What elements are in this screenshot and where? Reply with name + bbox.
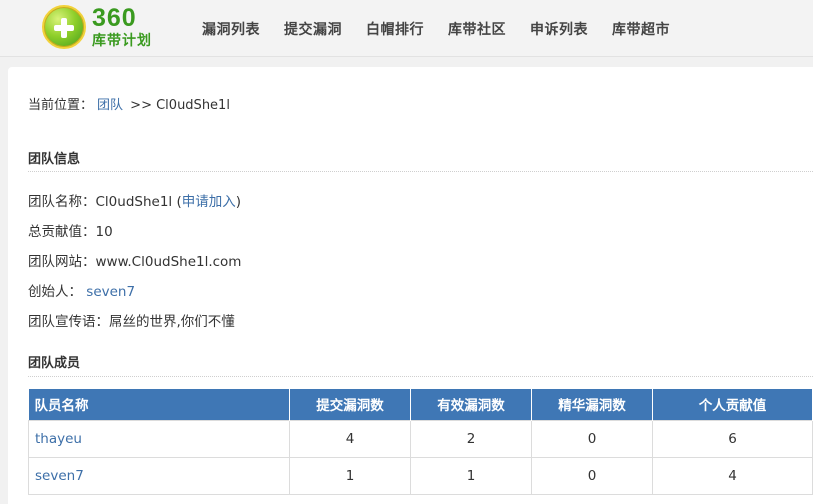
team-name-line: 团队名称：Cl0udShe1l (申请加入) <box>28 190 241 210</box>
valid-count-cell: 2 <box>410 419 532 458</box>
founder-label: 创始人： <box>28 284 82 300</box>
column-header: 队员名称 <box>28 389 290 420</box>
top-header: 360 库带计划 漏洞列表 提交漏洞 白帽排行 库带社区 申诉列表 库带超市 <box>0 0 813 57</box>
breadcrumb-prefix: 当前位置： <box>28 98 94 113</box>
breadcrumb: 当前位置： 团队 >> Cl0udShe1l <box>28 94 230 113</box>
contribution-label: 总贡献值： <box>28 224 96 240</box>
table-row: thayeu 4 2 0 6 <box>28 419 813 458</box>
contribution-line: 总贡献值：10 <box>28 220 113 240</box>
personal-contribution-cell: 4 <box>652 456 813 495</box>
main-nav: 漏洞列表 提交漏洞 白帽排行 库带社区 申诉列表 库带超市 <box>190 0 682 57</box>
featured-count-cell: 0 <box>531 456 653 495</box>
nav-store[interactable]: 库带超市 <box>600 19 682 39</box>
founder-line: 创始人： seven7 <box>28 280 135 300</box>
logo-plus-icon <box>42 5 86 49</box>
apply-join-link[interactable]: 申请加入 <box>182 194 236 210</box>
website-label: 团队网站： <box>28 254 96 270</box>
team-name-label: 团队名称： <box>28 194 96 210</box>
nav-community[interactable]: 库带社区 <box>436 19 518 39</box>
team-info-title: 团队信息 <box>28 152 81 167</box>
member-name-link[interactable]: thayeu <box>35 431 82 447</box>
personal-contribution-cell: 6 <box>652 419 813 458</box>
divider <box>28 171 813 172</box>
nav-appeal-list[interactable]: 申诉列表 <box>518 19 600 39</box>
slogan-line: 团队宣传语：屌丝的世界,你们不懂 <box>28 310 235 330</box>
table-header-row: 队员名称 提交漏洞数 有效漏洞数 精华漏洞数 个人贡献值 <box>28 389 813 420</box>
slogan-value: 屌丝的世界,你们不懂 <box>109 314 235 330</box>
column-header: 有效漏洞数 <box>410 389 532 420</box>
breadcrumb-current: Cl0udShe1l <box>156 98 230 113</box>
slogan-label: 团队宣传语： <box>28 314 109 330</box>
members-table: 队员名称 提交漏洞数 有效漏洞数 精华漏洞数 个人贡献值 thayeu 4 2 … <box>28 389 813 495</box>
website-value: www.Cl0udShe1l.com <box>95 254 242 270</box>
nav-submit-vuln[interactable]: 提交漏洞 <box>272 19 354 39</box>
nav-vuln-list[interactable]: 漏洞列表 <box>190 19 272 39</box>
divider <box>28 376 813 377</box>
breadcrumb-separator: >> <box>130 98 152 113</box>
member-name-cell: thayeu <box>28 419 290 458</box>
valid-count-cell: 1 <box>410 456 532 495</box>
submitted-count-cell: 4 <box>289 419 411 458</box>
column-header: 提交漏洞数 <box>289 389 411 420</box>
site-logo[interactable]: 360 库带计划 <box>42 2 172 52</box>
nav-whitehat-rank[interactable]: 白帽排行 <box>354 19 436 39</box>
column-header: 个人贡献值 <box>652 389 813 420</box>
logo-number: 360 <box>92 4 137 32</box>
join-close-paren: ) <box>235 194 242 210</box>
featured-count-cell: 0 <box>531 419 653 458</box>
column-header: 精华漏洞数 <box>531 389 653 420</box>
founder-link[interactable]: seven7 <box>86 284 135 300</box>
website-line: 团队网站：www.Cl0udShe1l.com <box>28 250 241 270</box>
submitted-count-cell: 1 <box>289 456 411 495</box>
team-name-value: Cl0udShe1l <box>95 194 173 210</box>
breadcrumb-team-link[interactable]: 团队 <box>97 98 123 113</box>
contribution-value: 10 <box>95 224 113 240</box>
team-members-title: 团队成员 <box>28 356 81 371</box>
table-row: seven7 1 1 0 4 <box>28 456 813 495</box>
member-name-link[interactable]: seven7 <box>35 468 84 484</box>
logo-subtitle: 库带计划 <box>92 33 152 49</box>
member-name-cell: seven7 <box>28 456 290 495</box>
content-panel: 当前位置： 团队 >> Cl0udShe1l 团队信息 团队名称：Cl0udShe… <box>8 67 813 504</box>
